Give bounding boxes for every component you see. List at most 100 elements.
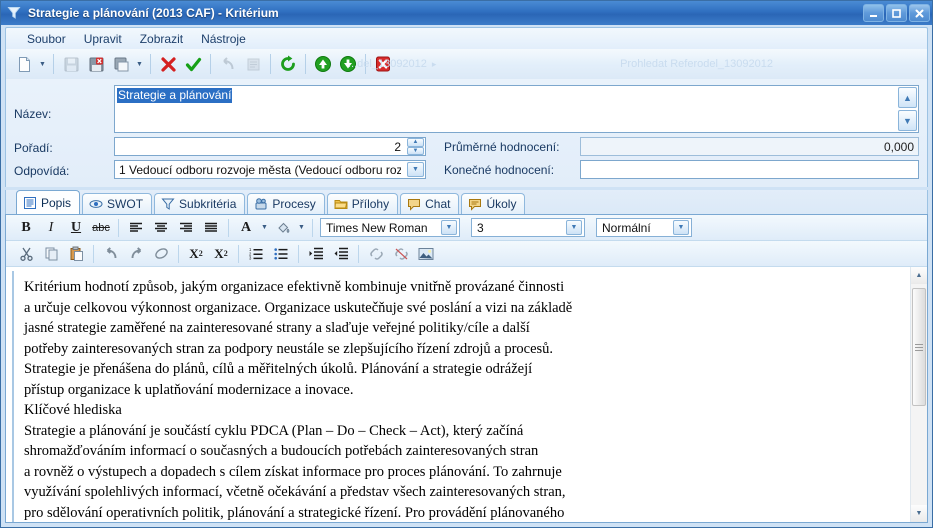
close-button[interactable] xyxy=(909,4,930,22)
chevron-down-icon[interactable]: ▼ xyxy=(898,110,917,131)
responsible-select[interactable] xyxy=(114,160,426,179)
remove-link-button[interactable] xyxy=(389,243,413,265)
menu-item-zobrazit[interactable]: Zobrazit xyxy=(131,30,192,48)
font-family-select[interactable]: Times New Roman ▼ xyxy=(320,218,460,237)
chevron-down-icon[interactable]: ▼ xyxy=(407,162,424,177)
chevron-down-icon[interactable]: ▼ xyxy=(296,216,307,240)
order-input[interactable] xyxy=(114,137,426,156)
cancel-button[interactable] xyxy=(156,52,180,76)
tab-subkriteria[interactable]: Subkritéria xyxy=(154,193,246,214)
decrease-indent-button[interactable] xyxy=(329,243,353,265)
new-document-button[interactable] xyxy=(12,52,36,76)
chevron-up-icon[interactable]: ▲ xyxy=(407,138,424,147)
strikethrough-button[interactable]: abc xyxy=(89,217,113,239)
chevron-down-icon[interactable]: ▼ xyxy=(673,220,689,235)
svg-text:3: 3 xyxy=(249,256,252,260)
maximize-button[interactable] xyxy=(886,4,907,22)
align-right-button[interactable] xyxy=(174,217,198,239)
tab-label: Subkritéria xyxy=(179,197,237,211)
tab-procesy[interactable]: Procesy xyxy=(247,193,325,214)
scrollbar-thumb[interactable] xyxy=(912,288,926,406)
document-text[interactable]: Kritérium hodnotí způsob, jakým organiza… xyxy=(12,271,910,522)
chevron-down-icon[interactable]: ▼ xyxy=(441,220,457,235)
undo-button[interactable] xyxy=(99,243,123,265)
tab-chat[interactable]: Chat xyxy=(400,193,460,214)
chevron-down-icon[interactable]: ▼ xyxy=(259,216,270,240)
export-excel-button[interactable] xyxy=(84,52,108,76)
subscript-button[interactable]: X2 xyxy=(184,243,208,265)
chevron-down-icon[interactable]: ▼ xyxy=(407,146,424,155)
clear-formatting-button[interactable] xyxy=(149,243,173,265)
paragraph-style-select[interactable]: Normální ▼ xyxy=(596,218,692,237)
responsible-row: Odpovídá: ▼ Konečné hodnocení: xyxy=(14,160,919,179)
font-size-select[interactable]: 3 ▼ xyxy=(471,218,585,237)
underline-button[interactable]: U xyxy=(64,217,88,239)
scroll-up-button[interactable]: ▲ xyxy=(911,267,927,284)
window-title: Strategie a plánování (2013 CAF) - Krité… xyxy=(28,6,279,20)
insert-image-button[interactable] xyxy=(414,243,438,265)
format-toolbar-row-1: B I U abc A ▼ ▼ Times New Roman ▼ 3 ▼ No… xyxy=(6,215,927,241)
name-input[interactable]: Strategie a plánování ▲ ▼ xyxy=(114,85,919,133)
tab-prilohy[interactable]: Přílohy xyxy=(326,193,399,214)
bold-button[interactable]: B xyxy=(14,217,38,239)
document-line: a určuje celkovou výkonnost organizace. … xyxy=(24,299,573,316)
delete-button[interactable] xyxy=(371,52,395,76)
save-as-button[interactable] xyxy=(109,52,133,76)
tab-swot[interactable]: SWOT xyxy=(82,193,153,214)
insert-link-button[interactable] xyxy=(364,243,388,265)
format-separator xyxy=(93,244,94,263)
chevron-down-icon[interactable]: ▼ xyxy=(37,52,48,76)
name-row: Název: Strategie a plánování ▲ ▼ xyxy=(14,85,919,133)
italic-button[interactable]: I xyxy=(39,217,63,239)
funnel-icon xyxy=(161,197,175,211)
superscript-button[interactable]: X2 xyxy=(209,243,233,265)
document-line: přístup organizace k uplatňování moderni… xyxy=(24,381,354,398)
copy-button[interactable] xyxy=(39,243,63,265)
tab-label: SWOT xyxy=(107,197,144,211)
chevron-up-icon[interactable]: ▲ xyxy=(898,87,917,108)
scrollbar-track[interactable] xyxy=(911,284,927,505)
confirm-button[interactable] xyxy=(181,52,205,76)
order-row: Pořadí: ▲ ▼ Průměrné hodnocení: xyxy=(14,137,919,156)
final-rating-label: Konečné hodnocení: xyxy=(444,162,555,177)
redo-button[interactable] xyxy=(124,243,148,265)
tab-ukoly[interactable]: Úkoly xyxy=(461,193,526,214)
increase-indent-button[interactable] xyxy=(304,243,328,265)
order-stepper[interactable]: ▲ ▼ xyxy=(407,138,424,155)
align-justify-button[interactable] xyxy=(199,217,223,239)
move-up-button[interactable] xyxy=(311,52,335,76)
eye-icon xyxy=(89,197,103,211)
numbered-list-button[interactable]: 1 2 3 xyxy=(244,243,268,265)
refresh-button[interactable] xyxy=(276,52,300,76)
tab-label: Procesy xyxy=(272,197,316,211)
align-center-button[interactable] xyxy=(149,217,173,239)
toolbar-separator xyxy=(365,54,366,74)
undo-button xyxy=(216,52,240,76)
move-down-button[interactable] xyxy=(336,52,360,76)
menu-item-soubor[interactable]: Soubor xyxy=(18,30,75,48)
font-family-value: Times New Roman xyxy=(326,220,428,235)
font-color-button[interactable]: A xyxy=(234,217,258,239)
paste-button[interactable] xyxy=(64,243,88,265)
highlight-color-button[interactable] xyxy=(271,217,295,239)
scrollbar-grip xyxy=(915,342,923,353)
order-field-wrap: ▲ ▼ xyxy=(114,137,426,156)
folder-icon xyxy=(334,197,348,211)
document-line: využívání spolehlivých informací, včetně… xyxy=(24,484,566,500)
name-scroll-spinner[interactable]: ▲ ▼ xyxy=(897,86,918,132)
menu-item-upravit[interactable]: Upravit xyxy=(75,30,131,48)
menu-item-nastroje[interactable]: Nástroje xyxy=(192,30,255,48)
tab-popis[interactable]: Popis xyxy=(16,190,81,214)
average-rating-label: Průměrné hodnocení: xyxy=(444,139,560,154)
tab-label: Popis xyxy=(41,195,72,210)
align-left-button[interactable] xyxy=(124,217,148,239)
bulleted-list-button[interactable] xyxy=(269,243,293,265)
scroll-down-button[interactable]: ▼ xyxy=(911,505,927,522)
document-scrollbar[interactable]: ▲ ▼ xyxy=(910,267,927,522)
description-editor: B I U abc A ▼ ▼ Times New Roman ▼ 3 ▼ No… xyxy=(5,214,928,523)
chevron-down-icon[interactable]: ▼ xyxy=(566,220,582,235)
chevron-down-icon[interactable]: ▼ xyxy=(134,52,145,76)
final-rating-input[interactable] xyxy=(580,160,919,179)
minimize-button[interactable] xyxy=(863,4,884,22)
cut-button[interactable] xyxy=(14,243,38,265)
